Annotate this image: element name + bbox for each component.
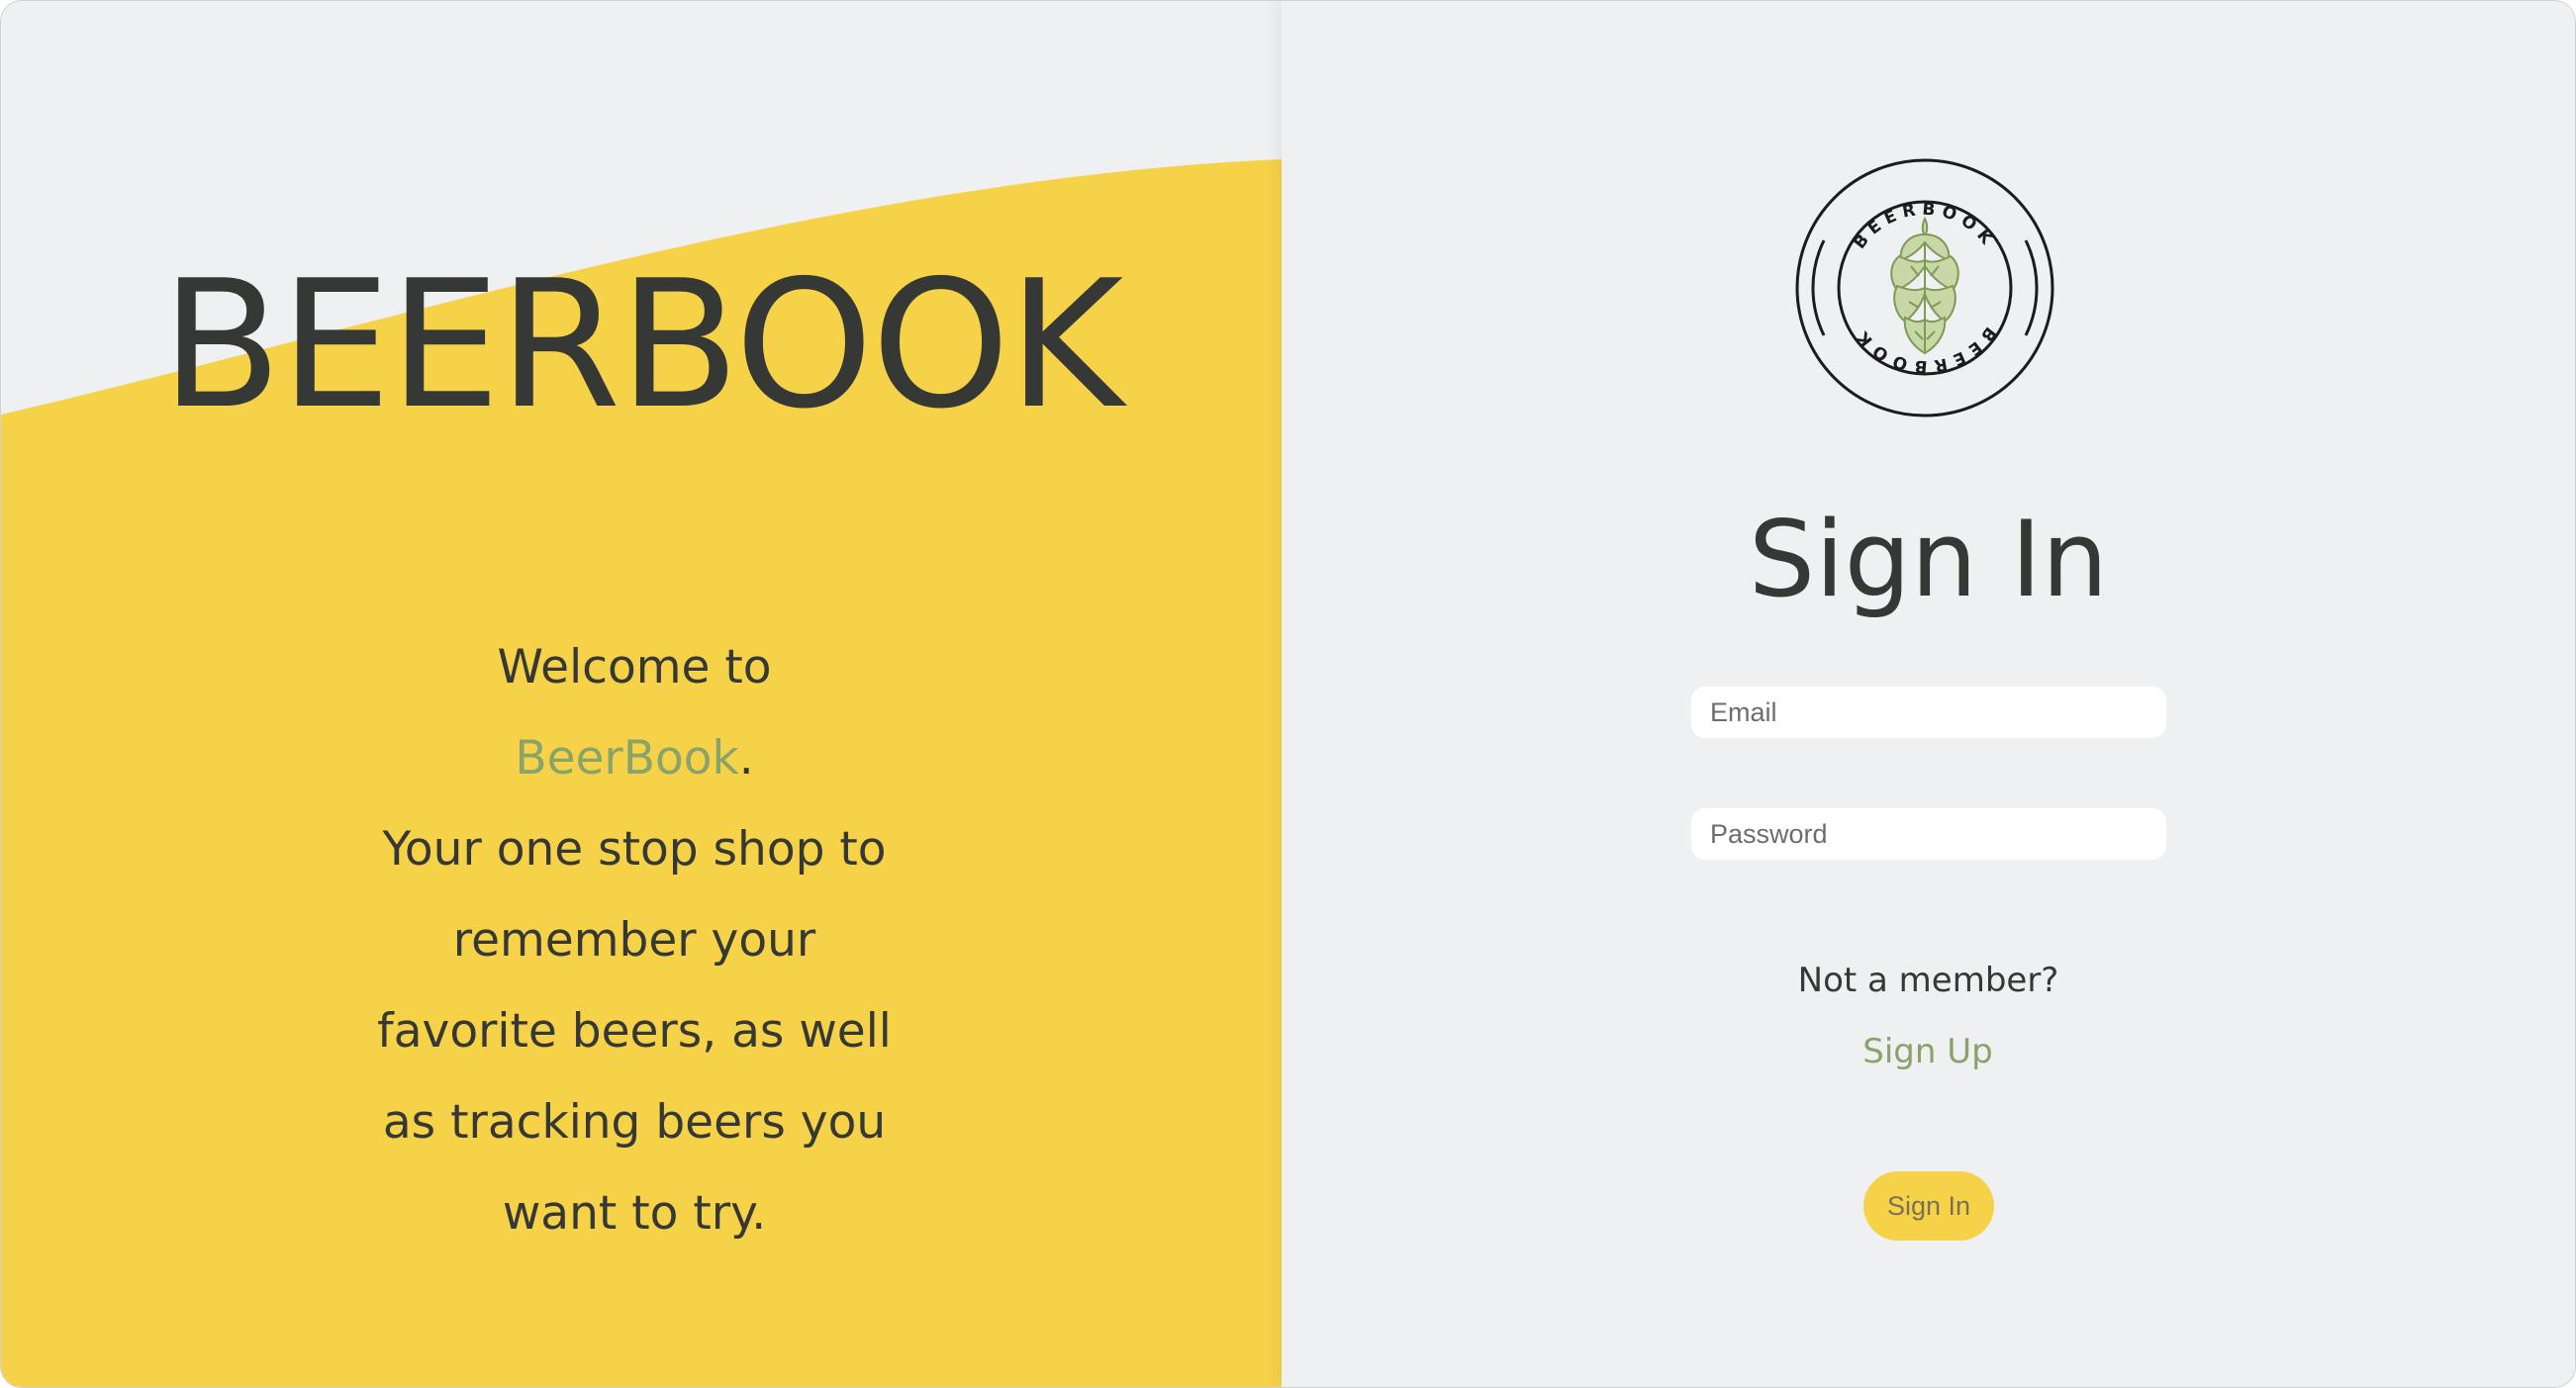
brand-title: BEERBOOK: [160, 242, 1124, 447]
page-title: Sign In: [1748, 499, 2109, 620]
app-window: BEERBOOK Welcome to BeerBook. Your one s…: [0, 0, 2576, 1388]
welcome-line: Your one stop shop to: [382, 822, 887, 877]
sign-in-panel: BEERBOOK BEERBOOK Sign In Not a member? …: [1282, 1, 2575, 1387]
welcome-line: Welcome to: [337, 622, 931, 713]
password-field[interactable]: [1691, 808, 2166, 860]
email-field[interactable]: [1691, 687, 2166, 738]
welcome-line: want to try.: [502, 1186, 767, 1241]
welcome-line: remember your: [452, 913, 816, 968]
sign-in-button[interactable]: Sign In: [1863, 1171, 1994, 1241]
brand-name-highlight: BeerBook: [515, 731, 739, 786]
welcome-line: BeerBook.: [337, 713, 931, 804]
not-member-text: Not a member?: [1797, 961, 2059, 1000]
hop-cone-icon: [1890, 216, 1959, 355]
welcome-panel: BEERBOOK Welcome to BeerBook. Your one s…: [1, 1, 1282, 1387]
welcome-line: favorite beers, as well: [377, 1004, 892, 1059]
welcome-message: Welcome to BeerBook. Your one stop shop …: [337, 622, 931, 1259]
welcome-intro: Welcome to: [497, 640, 772, 694]
sign-up-link[interactable]: Sign Up: [1829, 1027, 2027, 1076]
welcome-line: as tracking beers you: [382, 1095, 887, 1150]
beerbook-logo: BEERBOOK BEERBOOK: [1795, 158, 2054, 417]
brand-suffix: .: [738, 731, 754, 786]
